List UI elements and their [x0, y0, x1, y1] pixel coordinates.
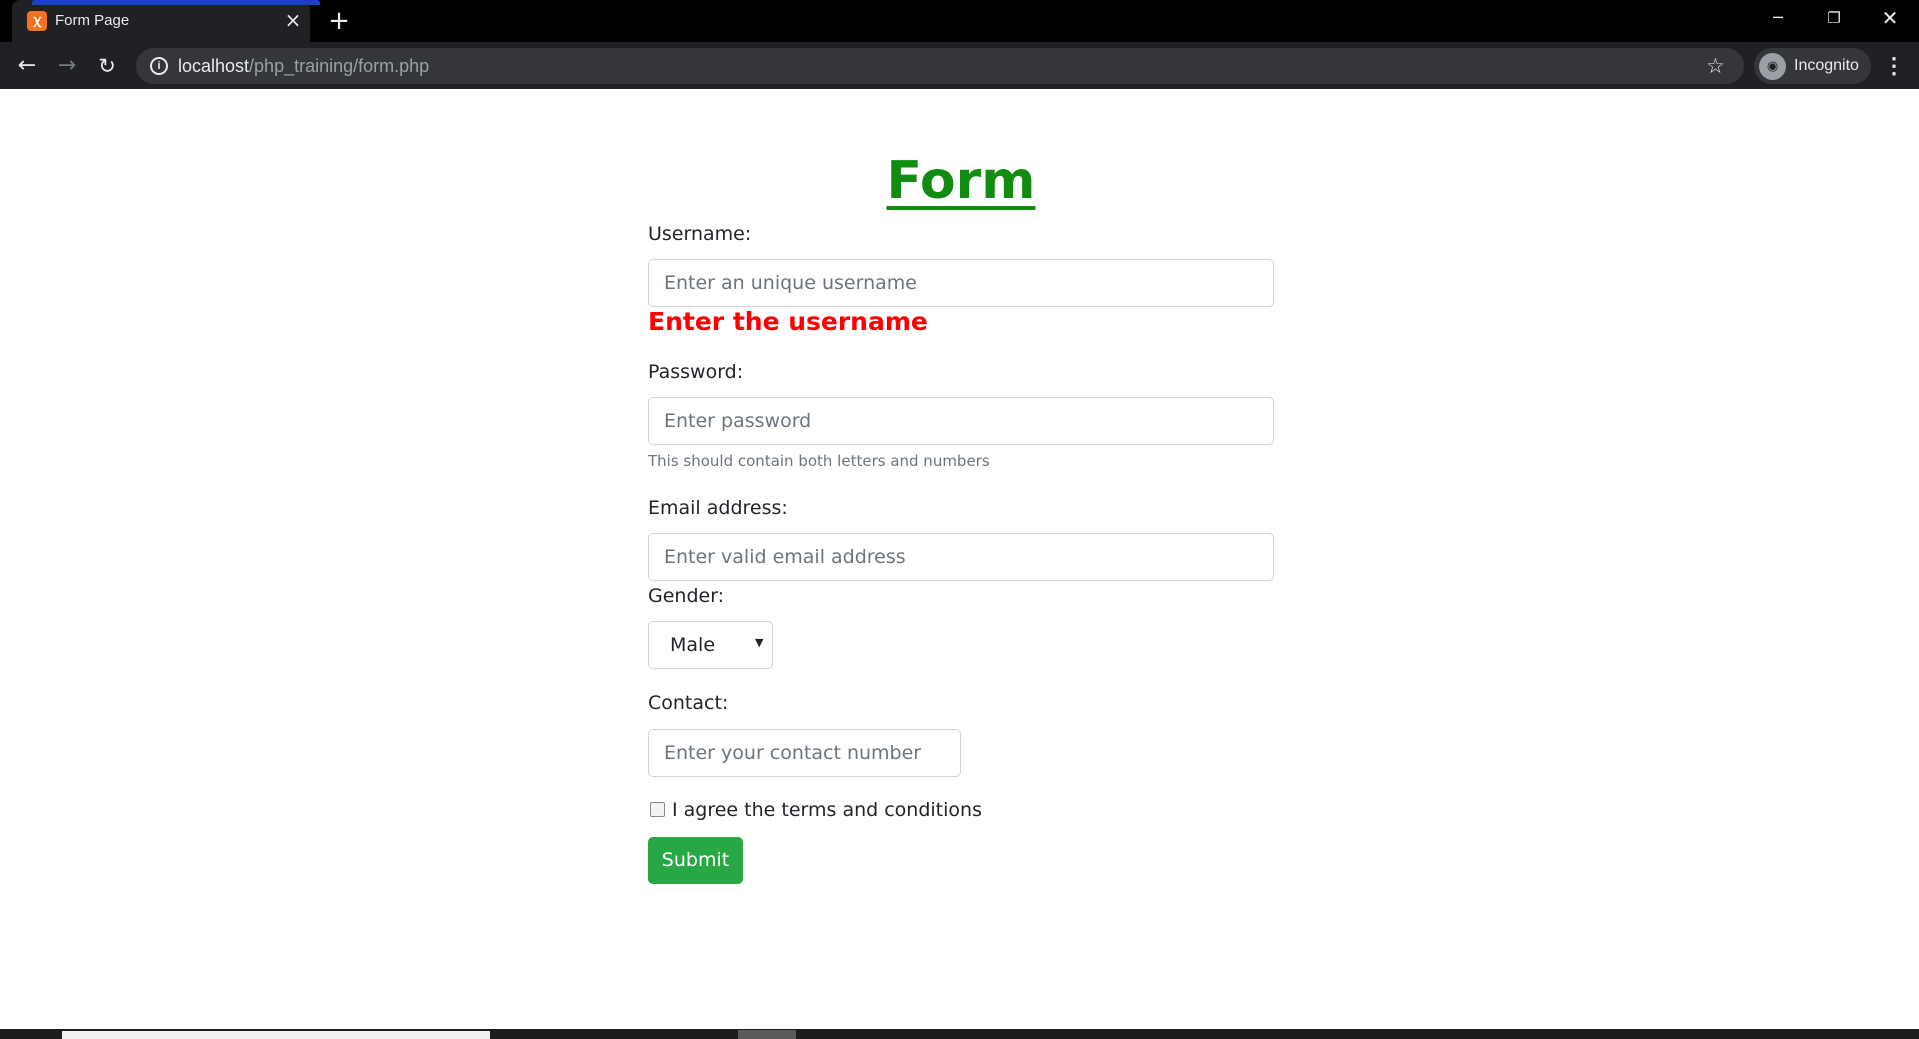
username-error: Enter the username [648, 307, 928, 336]
gender-label: Gender: [648, 585, 725, 607]
incognito-icon: ◉ [1759, 53, 1786, 80]
terms-checkbox[interactable] [650, 802, 665, 817]
password-label: Password: [648, 361, 744, 383]
window-close-icon[interactable]: ✕ [1862, 0, 1918, 36]
username-input[interactable] [648, 259, 1274, 307]
tab-title: Form Page [55, 12, 130, 29]
submit-button[interactable]: Submit [648, 837, 743, 884]
forward-arrow-icon[interactable]: → [51, 50, 83, 82]
tab-active-indicator [32, 0, 320, 5]
password-hint: This should contain both letters and num… [648, 452, 990, 470]
xampp-icon: ꭓ [27, 11, 47, 31]
os-taskbar [0, 1029, 1919, 1039]
email-label: Email address: [648, 497, 788, 519]
email-input[interactable] [648, 533, 1274, 581]
contact-input[interactable] [648, 729, 961, 777]
kebab-menu-icon[interactable]: ⋮ [1882, 50, 1906, 82]
username-label: Username: [648, 223, 752, 245]
browser-chrome: ꭓ Form Page × + ─ ❐ ✕ ← → ↻ i localhost/… [0, 0, 1919, 89]
gender-select[interactable]: Male ▼ [648, 621, 773, 669]
incognito-label: Incognito [1794, 57, 1859, 74]
page-title: Form [886, 151, 1036, 211]
tab-form-page[interactable]: ꭓ Form Page × [12, 0, 320, 42]
back-arrow-icon[interactable]: ← [11, 50, 43, 82]
close-icon[interactable]: × [282, 9, 304, 31]
address-bar[interactable]: i localhost/php_training/form.php ☆ [136, 48, 1744, 84]
taskbar-app-button[interactable] [62, 1031, 490, 1039]
reload-icon[interactable]: ↻ [91, 50, 123, 82]
bookmark-star-icon[interactable]: ☆ [1706, 52, 1725, 80]
page-content: Form Username: Enter the username Passwo… [0, 89, 1919, 1029]
info-icon[interactable]: i [150, 57, 168, 75]
contact-label: Contact: [648, 692, 729, 714]
terms-label[interactable]: I agree the terms and conditions [672, 799, 982, 821]
gender-selected-value: Male [670, 634, 716, 656]
dropdown-arrow-icon: ▼ [755, 636, 764, 649]
password-input[interactable] [648, 397, 1274, 445]
url-path: /php_training/form.php [249, 56, 430, 76]
minimize-icon[interactable]: ─ [1750, 0, 1806, 36]
url-text[interactable]: localhost/php_training/form.php [178, 56, 429, 77]
url-host: localhost [178, 56, 250, 76]
new-tab-icon[interactable]: + [325, 7, 353, 35]
browser-toolbar: ← → ↻ i localhost/php_training/form.php … [0, 42, 1919, 89]
taskbar-pinned-item[interactable] [738, 1030, 796, 1039]
tab-strip: ꭓ Form Page × + ─ ❐ ✕ [0, 0, 1919, 42]
incognito-badge[interactable]: ◉ Incognito [1754, 48, 1871, 84]
restore-icon[interactable]: ❐ [1806, 0, 1862, 36]
